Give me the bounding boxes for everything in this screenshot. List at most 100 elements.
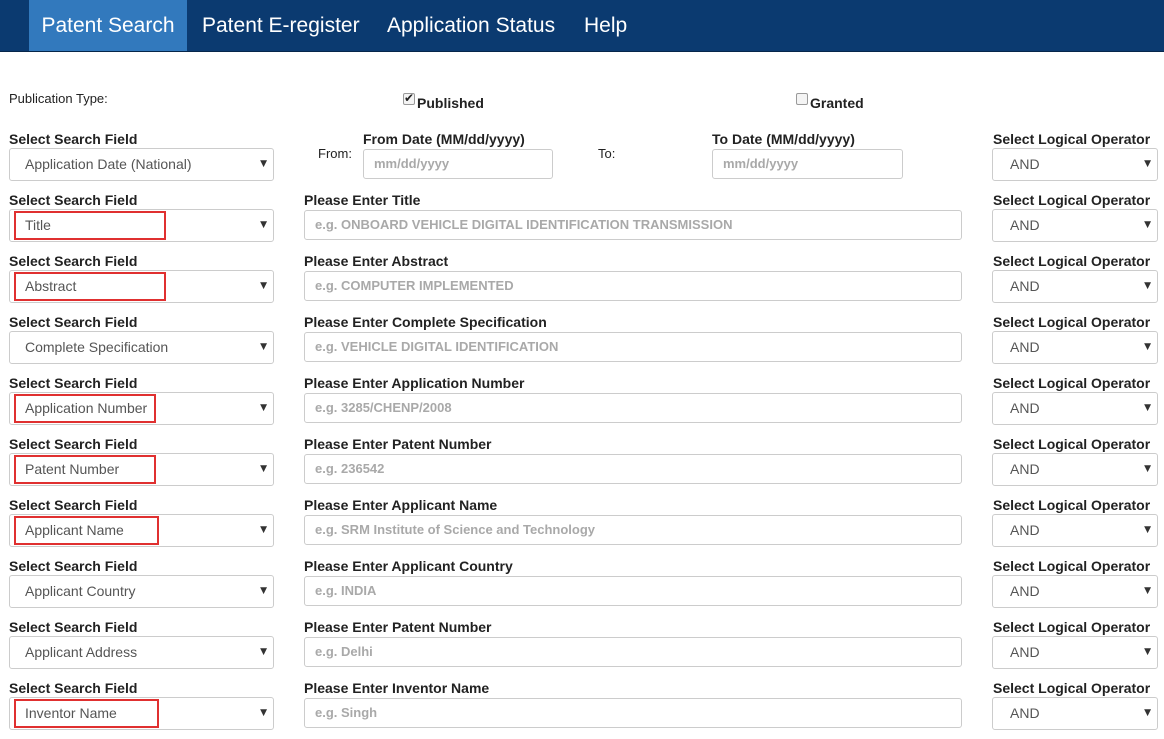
logical-operator-value: AND bbox=[1010, 339, 1040, 355]
logical-operator-value: AND bbox=[1010, 461, 1040, 477]
input-label: Please Enter Inventor Name bbox=[304, 680, 490, 696]
logical-operator-select[interactable]: AND ▼ bbox=[992, 331, 1158, 364]
logical-operator-label: Select Logical Operator bbox=[993, 375, 1151, 391]
search-value-input[interactable]: e.g. Delhi bbox=[304, 637, 962, 667]
logical-operator-select[interactable]: AND ▼ bbox=[992, 392, 1158, 425]
logical-operator-label: Select Logical Operator bbox=[993, 253, 1151, 269]
from-date-header: From Date (MM/dd/yyyy) bbox=[363, 131, 525, 147]
nav-patent-search[interactable]: Patent Search bbox=[29, 0, 187, 51]
search-field-select[interactable]: Complete Specification ▼ bbox=[9, 331, 274, 364]
search-field-value: Application Date (National) bbox=[25, 156, 192, 172]
logical-operator-value: AND bbox=[1010, 400, 1040, 416]
search-field-value: Complete Specification bbox=[25, 339, 169, 355]
highlight-box bbox=[14, 455, 156, 484]
logical-operator-select[interactable]: AND ▼ bbox=[992, 514, 1158, 547]
from-label: From: bbox=[318, 146, 352, 161]
logical-operator-label: Select Logical Operator bbox=[993, 619, 1151, 635]
search-value-input[interactable]: e.g. SRM Institute of Science and Techno… bbox=[304, 515, 962, 545]
granted-checkbox[interactable] bbox=[796, 93, 808, 105]
chevron-down-icon: ▼ bbox=[260, 342, 267, 352]
search-field-value: Applicant Address bbox=[25, 644, 138, 660]
input-label: Please Enter Abstract bbox=[304, 253, 449, 269]
input-label: Please Enter Applicant Country bbox=[304, 558, 513, 574]
search-field-label: Select Search Field bbox=[9, 192, 138, 208]
highlight-box bbox=[14, 272, 166, 301]
input-label: Please Enter Complete Specification bbox=[304, 314, 547, 330]
nav-patent-e-register[interactable]: Patent E-register bbox=[202, 0, 360, 51]
logical-operator-value: AND bbox=[1010, 522, 1040, 538]
chevron-down-icon: ▼ bbox=[1144, 220, 1151, 230]
chevron-down-icon: ▼ bbox=[1144, 708, 1151, 718]
search-field-label: Select Search Field bbox=[9, 497, 138, 513]
search-value-input[interactable]: e.g. VEHICLE DIGITAL IDENTIFICATION bbox=[304, 332, 962, 362]
logical-operator-value: AND bbox=[1010, 156, 1040, 172]
logical-operator-select[interactable]: AND ▼ bbox=[992, 270, 1158, 303]
logical-operator-label: Select Logical Operator bbox=[993, 497, 1151, 513]
logical-operator-value: AND bbox=[1010, 583, 1040, 599]
search-field-label: Select Search Field bbox=[9, 314, 138, 330]
input-label: Please Enter Applicant Name bbox=[304, 497, 498, 513]
chevron-down-icon: ▼ bbox=[1144, 525, 1151, 535]
chevron-down-icon: ▼ bbox=[260, 403, 267, 413]
logical-operator-value: AND bbox=[1010, 705, 1040, 721]
published-label: Published bbox=[417, 95, 484, 111]
search-field-label: Select Search Field bbox=[9, 375, 138, 391]
search-field-label: Select Search Field bbox=[9, 558, 138, 574]
logical-operator-label: Select Logical Operator bbox=[993, 131, 1151, 147]
search-field-label: Select Search Field bbox=[9, 680, 138, 696]
search-field-select[interactable]: Applicant Address ▼ bbox=[9, 636, 274, 669]
search-value-input[interactable]: e.g. 236542 bbox=[304, 454, 962, 484]
logical-operator-label: Select Logical Operator bbox=[993, 558, 1151, 574]
search-field-label: Select Search Field bbox=[9, 436, 138, 452]
search-value-input[interactable]: e.g. COMPUTER IMPLEMENTED bbox=[304, 271, 962, 301]
top-navbar: Patent Search Patent E-register Applicat… bbox=[0, 0, 1164, 52]
search-field-value: Applicant Country bbox=[25, 583, 136, 599]
logical-operator-label: Select Logical Operator bbox=[993, 436, 1151, 452]
logical-operator-select[interactable]: AND ▼ bbox=[992, 697, 1158, 730]
search-field-label: Select Search Field bbox=[9, 253, 138, 269]
to-date-header: To Date (MM/dd/yyyy) bbox=[712, 131, 855, 147]
granted-label: Granted bbox=[810, 95, 864, 111]
chevron-down-icon: ▼ bbox=[1144, 342, 1151, 352]
highlight-box bbox=[14, 394, 156, 423]
chevron-down-icon: ▼ bbox=[1144, 403, 1151, 413]
to-date-input[interactable]: mm/dd/yyyy bbox=[712, 149, 903, 179]
search-field-label: Select Search Field bbox=[9, 131, 138, 147]
logical-operator-value: AND bbox=[1010, 278, 1040, 294]
logical-operator-select[interactable]: AND ▼ bbox=[992, 453, 1158, 486]
from-date-input[interactable]: mm/dd/yyyy bbox=[363, 149, 553, 179]
chevron-down-icon: ▼ bbox=[260, 464, 267, 474]
search-value-input[interactable]: e.g. Singh bbox=[304, 698, 962, 728]
logical-operator-select[interactable]: AND ▼ bbox=[992, 209, 1158, 242]
highlight-box bbox=[14, 211, 166, 240]
chevron-down-icon: ▼ bbox=[260, 708, 267, 718]
search-field-label: Select Search Field bbox=[9, 619, 138, 635]
search-value-input[interactable]: e.g. 3285/CHENP/2008 bbox=[304, 393, 962, 423]
publication-type-label: Publication Type: bbox=[9, 91, 108, 106]
chevron-down-icon: ▼ bbox=[260, 159, 267, 169]
chevron-down-icon: ▼ bbox=[1144, 281, 1151, 291]
logical-operator-select[interactable]: AND ▼ bbox=[992, 575, 1158, 608]
logical-operator-label: Select Logical Operator bbox=[993, 680, 1151, 696]
nav-help[interactable]: Help bbox=[584, 0, 627, 51]
chevron-down-icon: ▼ bbox=[1144, 647, 1151, 657]
search-field-select[interactable]: Application Date (National) ▼ bbox=[9, 148, 274, 181]
chevron-down-icon: ▼ bbox=[260, 281, 267, 291]
chevron-down-icon: ▼ bbox=[260, 586, 267, 596]
logical-operator-value: AND bbox=[1010, 217, 1040, 233]
search-value-input[interactable]: e.g. INDIA bbox=[304, 576, 962, 606]
highlight-box bbox=[14, 516, 159, 545]
logical-operator-label: Select Logical Operator bbox=[993, 314, 1151, 330]
input-label: Please Enter Patent Number bbox=[304, 436, 492, 452]
nav-application-status[interactable]: Application Status bbox=[387, 0, 555, 51]
logical-operator-select[interactable]: AND ▼ bbox=[992, 148, 1158, 181]
search-value-input[interactable]: e.g. ONBOARD VEHICLE DIGITAL IDENTIFICAT… bbox=[304, 210, 962, 240]
chevron-down-icon: ▼ bbox=[1144, 464, 1151, 474]
logical-operator-value: AND bbox=[1010, 644, 1040, 660]
input-label: Please Enter Patent Number bbox=[304, 619, 492, 635]
input-label: Please Enter Application Number bbox=[304, 375, 525, 391]
published-checkbox[interactable] bbox=[403, 91, 415, 105]
chevron-down-icon: ▼ bbox=[1144, 586, 1151, 596]
logical-operator-select[interactable]: AND ▼ bbox=[992, 636, 1158, 669]
search-field-select[interactable]: Applicant Country ▼ bbox=[9, 575, 274, 608]
